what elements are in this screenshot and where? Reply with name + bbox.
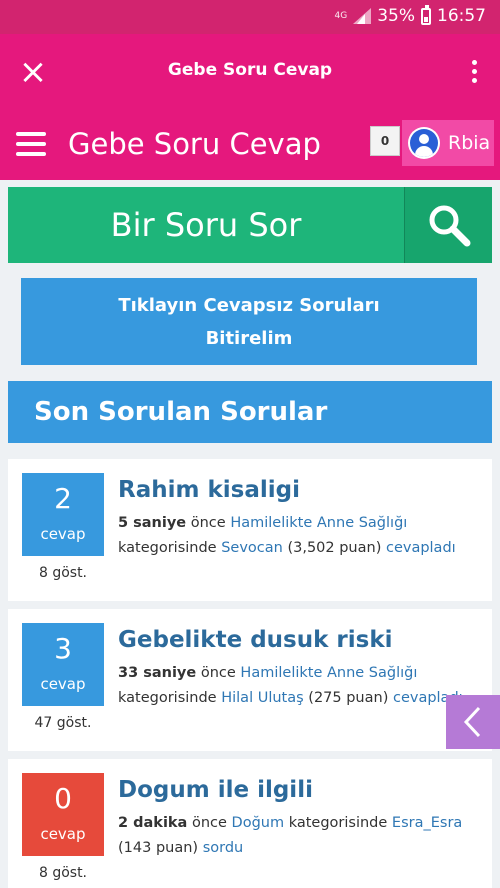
action-link[interactable]: cevapladı: [386, 540, 456, 556]
unanswered-questions-button[interactable]: Tıklayın Cevapsız Soruları Bitirelim: [21, 278, 477, 365]
action-link[interactable]: sordu: [203, 840, 244, 856]
user-points: (275 puan): [303, 690, 393, 706]
answer-label: cevap: [40, 525, 86, 543]
question-title[interactable]: Rahim kisaligi: [118, 477, 300, 503]
more-vert-icon[interactable]: [472, 60, 478, 83]
answer-count-badge: 3 cevap: [22, 623, 104, 706]
user-avatar-icon: [408, 127, 440, 159]
username: Rbia: [448, 132, 491, 154]
answer-count: 2: [54, 482, 72, 515]
user-points: (143 puan): [118, 840, 203, 856]
meta-text: önce: [186, 515, 231, 531]
unanswered-line-2: Bitirelim: [205, 328, 293, 349]
meta-text: kategorisinde: [118, 690, 222, 706]
meta-time: 33 saniye: [118, 665, 197, 681]
answer-count-badge: 0 cevap: [22, 773, 104, 856]
battery-percent: 35%: [377, 6, 415, 26]
question-title[interactable]: Gebelikte dusuk riski: [118, 627, 393, 653]
battery-icon: [421, 4, 431, 25]
meta-time: 5 saniye: [118, 515, 187, 531]
question-title[interactable]: Dogum ile ilgili: [118, 777, 313, 803]
question-card: 2 cevap 8 göst. Rahim kisaligi 5 saniye …: [8, 459, 492, 601]
site-title[interactable]: Gebe Soru Cevap: [68, 127, 321, 161]
category-link[interactable]: Hamilelikte Anne Sağlığı: [240, 665, 417, 681]
meta-text: kategorisinde: [284, 815, 392, 831]
search-button[interactable]: [404, 187, 492, 263]
answer-count: 3: [54, 632, 72, 665]
signal-icon: [353, 8, 372, 24]
user-link[interactable]: Sevocan: [221, 540, 283, 556]
chevron-left-icon: [463, 706, 481, 738]
meta-text: kategorisinde: [118, 540, 222, 556]
app-toolbar: × Gebe Soru Cevap: [0, 34, 500, 110]
site-header: Gebe Soru Cevap 0 Rbia: [0, 110, 500, 180]
section-title: Son Sorulan Sorular: [8, 381, 492, 443]
status-bar: 4G 35% 16:57: [0, 0, 500, 34]
view-count: 47 göst.: [34, 715, 92, 731]
question-card: 3 cevap 47 göst. Gebelikte dusuk riski 3…: [8, 609, 492, 751]
side-drawer-tab[interactable]: [446, 695, 500, 749]
answer-label: cevap: [40, 825, 86, 843]
view-count: 8 göst.: [38, 865, 88, 881]
user-menu[interactable]: Rbia: [402, 120, 494, 166]
user-link[interactable]: Esra_Esra: [392, 815, 462, 831]
clock: 16:57: [437, 6, 486, 26]
question-meta: 5 saniye önce Hamilelikte Anne Sağlığı k…: [118, 511, 478, 561]
meta-text: önce: [196, 665, 241, 681]
ask-bar: Bir Soru Sor: [8, 187, 492, 263]
category-link[interactable]: Doğum: [232, 815, 285, 831]
question-meta: 2 dakika önce Doğum kategorisinde Esra_E…: [118, 811, 478, 861]
answer-count-badge: 2 cevap: [22, 473, 104, 556]
network-indicator: 4G: [334, 10, 348, 21]
menu-icon[interactable]: [16, 132, 46, 156]
notification-count[interactable]: 0: [370, 126, 400, 156]
user-link[interactable]: Hilal Ulutaş: [221, 690, 303, 706]
meta-time: 2 dakika: [118, 815, 188, 831]
unanswered-line-1: Tıklayın Cevapsız Soruları: [118, 295, 380, 316]
question-card: 0 cevap 8 göst. Dogum ile ilgili 2 dakik…: [8, 759, 492, 888]
answer-label: cevap: [40, 675, 86, 693]
search-icon: [429, 205, 470, 247]
question-meta: 33 saniye önce Hamilelikte Anne Sağlığı …: [118, 661, 478, 711]
view-count: 8 göst.: [38, 565, 88, 581]
toolbar-title: Gebe Soru Cevap: [167, 60, 333, 80]
ask-question-button[interactable]: Bir Soru Sor: [8, 187, 404, 263]
answer-count: 0: [54, 782, 72, 815]
user-points: (3,502 puan): [282, 540, 386, 556]
category-link[interactable]: Hamilelikte Anne Sağlığı: [230, 515, 407, 531]
meta-text: önce: [187, 815, 232, 831]
